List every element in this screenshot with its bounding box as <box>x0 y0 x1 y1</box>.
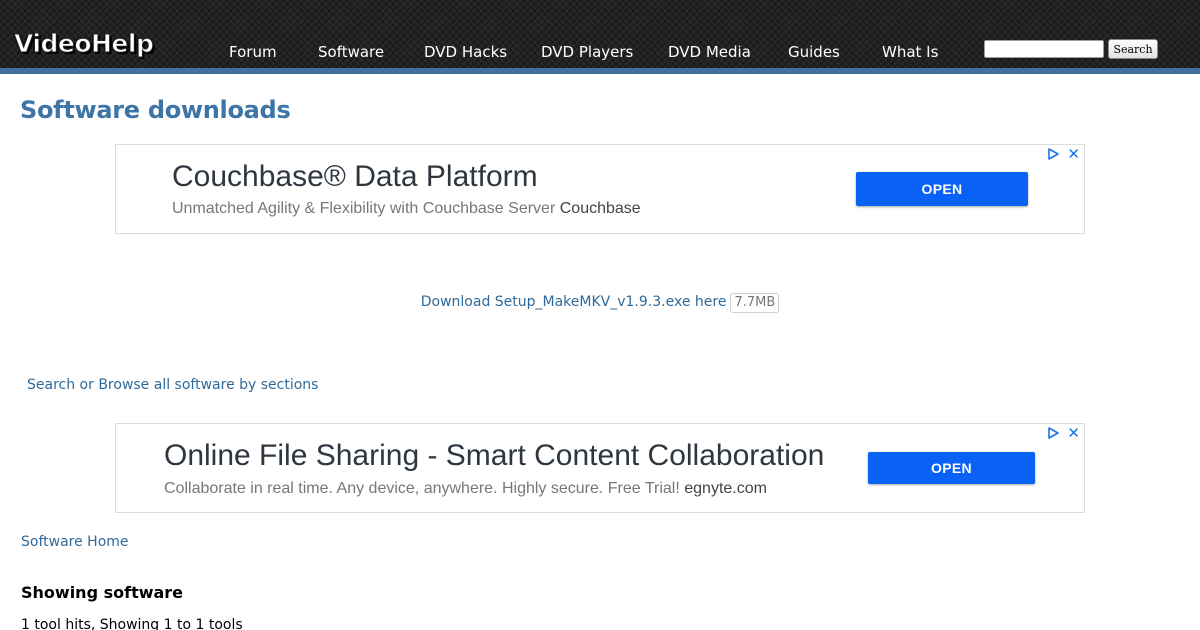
nav-what-is[interactable]: What Is <box>882 43 938 61</box>
download-link[interactable]: Download Setup_MakeMKV_v1.9.3.exe here <box>421 294 727 310</box>
ad-subtext: Collaborate in real time. Any device, an… <box>164 480 767 498</box>
ad-description: Collaborate in real time. Any device, an… <box>164 480 680 497</box>
ad-headline[interactable]: Online File Sharing - Smart Content Coll… <box>164 439 824 473</box>
nav-forum[interactable]: Forum <box>229 43 277 61</box>
close-icon[interactable]: ✕ <box>1067 424 1080 442</box>
ad-open-button[interactable]: OPEN <box>868 452 1035 484</box>
close-icon[interactable]: ✕ <box>1067 145 1080 163</box>
site-logo[interactable]: VideoHelp <box>13 31 154 57</box>
browse-software-link[interactable]: Search or Browse all software by section… <box>27 377 318 393</box>
ad-sponsor: egnyte.com <box>684 480 767 497</box>
search-button[interactable]: Search <box>1108 39 1158 59</box>
ad-subtext: Unmatched Agility & Flexibility with Cou… <box>172 200 641 218</box>
header-accent-bar <box>0 68 1200 74</box>
ad-open-button[interactable]: OPEN <box>856 172 1028 206</box>
nav-guides[interactable]: Guides <box>788 43 840 61</box>
nav-dvd-hacks[interactable]: DVD Hacks <box>424 43 507 61</box>
ad-banner-egnyte[interactable]: Online File Sharing - Smart Content Coll… <box>115 423 1085 513</box>
search-input[interactable] <box>984 40 1104 58</box>
nav-dvd-players[interactable]: DVD Players <box>541 43 633 61</box>
software-home-link[interactable]: Software Home <box>21 534 129 550</box>
adchoices-icon[interactable] <box>1046 147 1060 161</box>
nav-software[interactable]: Software <box>318 43 384 61</box>
file-size-badge: 7.7MB <box>730 293 780 313</box>
download-line: Download Setup_MakeMKV_v1.9.3.exe here 7.… <box>0 293 1200 313</box>
site-header: VideoHelp Forum Software DVD Hacks DVD P… <box>0 0 1200 68</box>
ad-headline[interactable]: Couchbase® Data Platform <box>172 160 538 194</box>
nav-dvd-media[interactable]: DVD Media <box>668 43 751 61</box>
section-heading: Showing software <box>21 583 184 602</box>
ad-sponsor: Couchbase <box>559 200 641 217</box>
ad-description: Unmatched Agility & Flexibility with Cou… <box>172 200 556 217</box>
adchoices-icon[interactable] <box>1046 426 1060 440</box>
ad-banner-couchbase[interactable]: Couchbase® Data Platform Unmatched Agili… <box>115 144 1085 234</box>
results-count: 1 tool hits, Showing 1 to 1 tools <box>21 617 243 630</box>
page-title: Software downloads <box>20 96 291 124</box>
